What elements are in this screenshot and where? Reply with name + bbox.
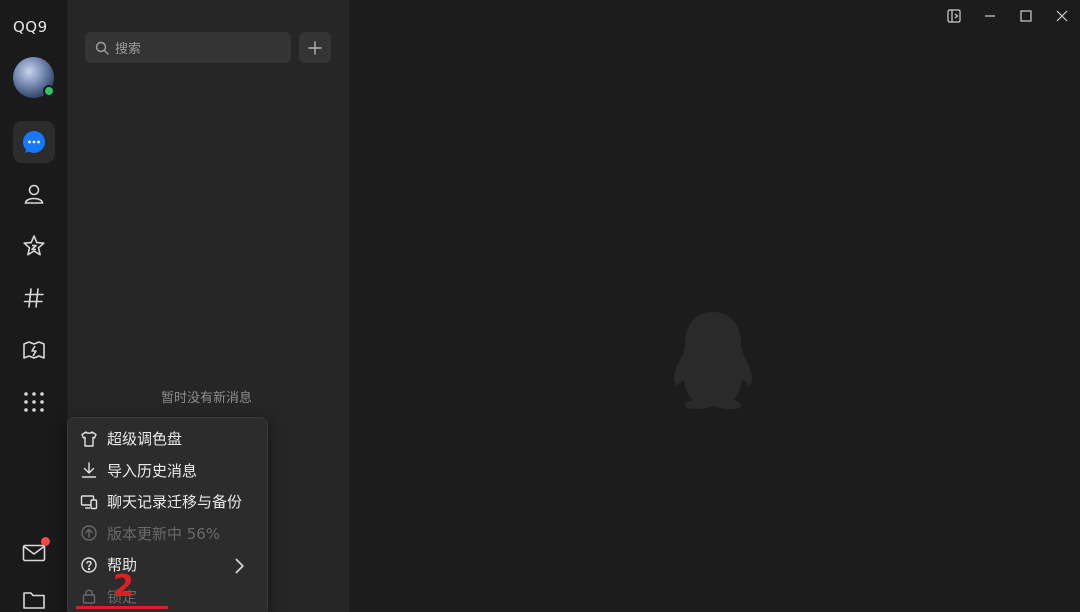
chevron-right-icon (235, 558, 244, 574)
nav-messages[interactable] (13, 121, 55, 163)
online-status-dot (43, 85, 55, 97)
person-icon (24, 184, 44, 204)
minimize-button[interactable] (972, 0, 1008, 32)
minimize-icon (985, 15, 995, 17)
chat-bubble-icon (23, 131, 45, 153)
shirt-icon (81, 431, 97, 447)
menu-item-migrate-backup[interactable]: 聊天记录迁移与备份 (68, 486, 267, 518)
menu-item-label: 聊天记录迁移与备份 (107, 493, 243, 512)
menu-item-label: 版本更新中 56% (107, 524, 221, 543)
star-icon (23, 235, 45, 256)
pin-window-button[interactable] (936, 0, 972, 32)
qq-penguin-watermark-icon (674, 312, 752, 410)
app-logo: QQ9 (13, 18, 48, 36)
nav-rail: QQ9 (0, 0, 68, 612)
search-placeholder: 搜索 (115, 42, 142, 57)
menu-item-label: 超级调色盘 (107, 430, 183, 449)
nav-games[interactable] (13, 329, 55, 371)
annotation-underline (76, 606, 168, 609)
close-button[interactable] (1044, 0, 1080, 32)
game-icon (23, 341, 45, 359)
help-circle-icon (81, 557, 97, 573)
lock-icon (82, 589, 96, 604)
devices-icon (80, 495, 98, 509)
nav-apps[interactable] (13, 381, 55, 423)
menu-item-import-history[interactable]: 导入历史消息 (68, 455, 267, 487)
menu-item-color-palette[interactable]: 超级调色盘 (68, 423, 267, 455)
main-content (349, 0, 1080, 612)
maximize-button[interactable] (1008, 0, 1044, 32)
nav-contacts[interactable] (13, 173, 55, 215)
more-menu: 超级调色盘 导入历史消息 聊天记录迁移与备份 版本更新中 56% 帮助 锁定 (67, 417, 268, 612)
menu-item-label: 导入历史消息 (107, 461, 198, 480)
grid-icon (24, 392, 44, 412)
search-box[interactable]: 搜索 (85, 32, 291, 63)
menu-item-help[interactable]: 帮助 (68, 549, 267, 581)
nav-channels[interactable] (13, 277, 55, 319)
maximize-icon (1020, 10, 1032, 22)
upload-circle-icon (81, 525, 97, 541)
avatar[interactable] (13, 57, 55, 98)
folder-icon (23, 592, 45, 609)
plus-icon (308, 40, 322, 55)
download-icon (81, 462, 97, 478)
empty-list-text: 暂时没有新消息 (161, 391, 253, 406)
search-icon (95, 41, 109, 55)
menu-item-version-update: 版本更新中 56% (68, 518, 267, 550)
step-annotation: 2 (113, 569, 134, 604)
nav-files[interactable] (13, 579, 55, 612)
nav-favorites[interactable] (13, 225, 55, 267)
hashtag-icon (23, 288, 44, 308)
close-icon (1056, 10, 1068, 22)
sidebar-toggle-icon (947, 9, 961, 23)
nav-mail[interactable] (13, 532, 55, 574)
add-button[interactable] (299, 32, 331, 63)
window-controls (936, 0, 1080, 32)
mail-badge (41, 537, 50, 546)
